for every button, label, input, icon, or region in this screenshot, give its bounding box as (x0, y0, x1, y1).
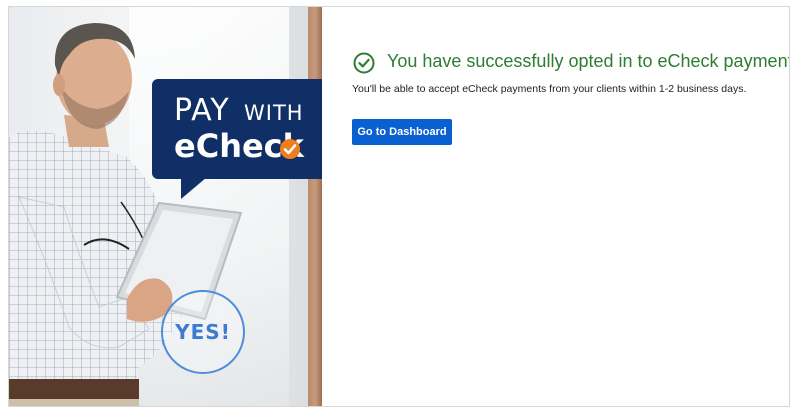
success-title: You have successfully opted in to eCheck… (387, 51, 790, 71)
orange-check-icon (280, 139, 300, 159)
yes-text: YES! (175, 320, 231, 344)
speech-bubble-tail (181, 177, 207, 199)
with-text: WITH (244, 101, 304, 125)
promo-image: PAY WITH eCheck YES! (9, 7, 322, 406)
pay-with-echeck-banner: PAY WITH eCheck (152, 79, 322, 179)
yes-badge: YES! (161, 290, 245, 374)
page-frame: PAY WITH eCheck YES! You have successful… (8, 6, 790, 407)
pay-text: PAY (174, 93, 230, 128)
success-header: You have successfully opted in to eCheck… (352, 49, 789, 79)
go-to-dashboard-button[interactable]: Go to Dashboard (352, 119, 452, 145)
check-circle-icon (353, 52, 375, 74)
success-description: You'll be able to accept eCheck payments… (352, 83, 747, 95)
confirmation-panel: You have successfully opted in to eCheck… (352, 49, 789, 145)
